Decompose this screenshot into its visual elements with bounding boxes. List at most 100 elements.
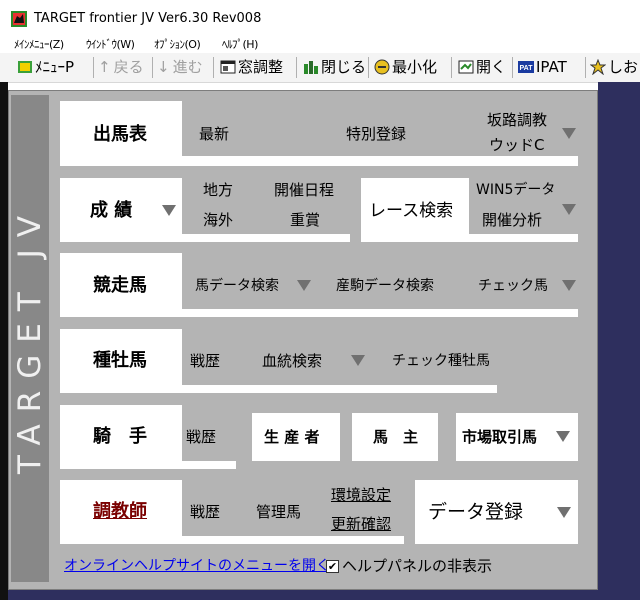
online-help-link[interactable]: オンラインヘルプサイトのメニューを開く: [64, 556, 330, 576]
data-register-button[interactable]: データ登録: [415, 480, 578, 544]
breeder-button[interactable]: 生 産 者: [252, 413, 340, 461]
special-entry-link[interactable]: 特別登録: [346, 124, 406, 144]
env-settings-link[interactable]: 環境設定: [331, 485, 391, 505]
jockey-record-link[interactable]: 戦歴: [186, 427, 216, 447]
minimize-button[interactable]: 最小化: [374, 56, 437, 78]
window-icon: [220, 60, 236, 74]
data-register-dropdown-icon[interactable]: [557, 507, 571, 518]
shuboba-button[interactable]: 種牡馬: [60, 329, 182, 393]
open-button[interactable]: 開く: [458, 56, 506, 78]
hide-help-label: ヘルプパネルの非表示: [342, 557, 493, 575]
toolbar: ﾒﾆｭｰP ↑ 戻る ↓ 進む 窓調整 閉じる 最小化 開く PAT IPAT …: [0, 53, 640, 83]
kyousouba-underline: [182, 309, 578, 317]
app-horse-icon: [11, 11, 27, 27]
horse-search-link[interactable]: 馬データ検索: [195, 276, 279, 296]
local-link[interactable]: 地方: [203, 180, 233, 200]
market-dropdown-icon[interactable]: [556, 431, 570, 442]
seiseki-dropdown-icon[interactable]: [162, 205, 176, 216]
menu-help[interactable]: ﾍﾙﾌﾟ(H): [222, 36, 258, 53]
desktop-background-bottom: [8, 590, 598, 600]
managed-horse-link[interactable]: 管理馬: [256, 502, 301, 522]
kishu-title: 騎 手: [93, 426, 147, 447]
menu-window[interactable]: ｳｲﾝﾄﾞｳ(W): [86, 36, 135, 53]
slope-training-link[interactable]: 坂路調教: [487, 110, 547, 130]
window-adjust-label: 窓調整: [238, 58, 284, 76]
breeder-label: 生 産 者: [264, 428, 320, 446]
hide-help-checkbox[interactable]: ✔: [326, 560, 339, 573]
data-register-label: データ登録: [428, 501, 524, 523]
menu-options[interactable]: ｵﾌﾟｼｮﾝ(O): [154, 36, 201, 53]
analysis-link[interactable]: 開催分析: [482, 210, 542, 230]
shutsuba-latest-link[interactable]: 最新: [199, 124, 229, 144]
ipat-icon: PAT: [518, 61, 534, 73]
down-arrow-icon: ↓: [157, 58, 170, 76]
graded-link[interactable]: 重賞: [290, 210, 320, 230]
back-label: 戻る: [113, 58, 144, 76]
back-button[interactable]: ↑ 戻る: [98, 56, 144, 78]
owner-button[interactable]: 馬 主: [352, 413, 438, 461]
kyousouba-button[interactable]: 競走馬: [60, 253, 182, 317]
shuboba-underline: [182, 385, 497, 393]
choukyoushi-title: 調教師: [93, 501, 147, 522]
pedigree-search-link[interactable]: 血統検索: [262, 351, 322, 371]
menu-main[interactable]: ﾒｲﾝﾒﾆｭｰ(Z): [14, 36, 64, 53]
title-bar: TARGET frontier JV Ver6.30 Rev008: [0, 0, 640, 36]
shutsuba-underline: [182, 156, 578, 166]
menu-bar: ﾒｲﾝﾒﾆｭｰ(Z) ｳｲﾝﾄﾞｳ(W) ｵﾌﾟｼｮﾝ(O) ﾍﾙﾌﾟ(H): [0, 36, 640, 53]
shuboba-title: 種牡馬: [93, 350, 147, 371]
seiseki-underline: [182, 234, 350, 242]
open-icon: [458, 60, 474, 74]
open-label: 開く: [476, 58, 507, 76]
shutsuba-dropdown-icon[interactable]: [562, 128, 576, 139]
minimize-icon: [374, 59, 390, 75]
window-title: TARGET frontier JV Ver6.30 Rev008: [34, 11, 262, 26]
win5-link[interactable]: WIN5データ: [476, 180, 555, 200]
bookmark-button[interactable]: しおり: [590, 56, 640, 78]
seiseki-title: 成 績: [90, 200, 133, 221]
schedule-link[interactable]: 開催日程: [274, 180, 334, 200]
wood-course-link[interactable]: ウッドC: [489, 135, 544, 155]
choukyoushi-underline: [182, 536, 404, 544]
sire-record-link[interactable]: 戦歴: [190, 351, 220, 371]
close-icon: [304, 61, 318, 74]
kishu-underline: [182, 461, 236, 469]
menu-p-label: ﾒﾆｭｰP: [35, 58, 75, 76]
market-horse-label: 市場取引馬: [462, 428, 538, 446]
race-search-label: レース検索: [369, 201, 454, 221]
overseas-link[interactable]: 海外: [203, 210, 233, 230]
race-search-button[interactable]: レース検索: [361, 178, 469, 242]
ipat-button[interactable]: PAT IPAT: [518, 56, 567, 78]
sidebar-logo-text: TARGET JV: [12, 203, 48, 474]
kishu-button[interactable]: 騎 手: [60, 405, 182, 469]
pedigree-dropdown-icon[interactable]: [351, 355, 365, 366]
offspring-search-link[interactable]: 産駒データ検索: [336, 276, 434, 296]
market-horse-button[interactable]: 市場取引馬: [456, 413, 578, 461]
analysis-dropdown-icon[interactable]: [562, 204, 576, 215]
close-label: 閉じる: [321, 58, 367, 76]
sidebar-logo: TARGET JV: [11, 95, 49, 582]
window-adjust-button[interactable]: 窓調整: [220, 56, 283, 78]
seiseki-button[interactable]: 成 績: [60, 178, 182, 242]
forward-label: 進む: [172, 58, 203, 76]
menu-p-button[interactable]: ﾒﾆｭｰP: [17, 56, 74, 78]
bookmark-label: しおり: [608, 58, 640, 76]
race-search-underline: [469, 234, 578, 242]
left-border: [0, 82, 8, 600]
minimize-label: 最小化: [392, 58, 438, 76]
owner-label: 馬 主: [373, 428, 419, 446]
choukyoushi-button[interactable]: 調教師: [60, 480, 182, 544]
trainer-record-link[interactable]: 戦歴: [190, 502, 220, 522]
horse-search-dropdown-icon[interactable]: [297, 280, 311, 291]
desktop-background: [598, 82, 640, 600]
svg-text:PAT: PAT: [520, 65, 534, 72]
shutsuba-button[interactable]: 出馬表: [60, 101, 182, 166]
check-horse-dropdown-icon[interactable]: [562, 280, 576, 291]
check-horse-link[interactable]: チェック馬: [478, 276, 548, 296]
forward-button[interactable]: ↓ 進む: [157, 56, 203, 78]
menu-icon: [18, 61, 32, 73]
up-arrow-icon: ↑: [98, 58, 111, 76]
check-sire-link[interactable]: チェック種牡馬: [392, 351, 490, 371]
update-check-link[interactable]: 更新確認: [331, 514, 391, 534]
close-button[interactable]: 閉じる: [303, 56, 366, 78]
shutsuba-title: 出馬表: [93, 124, 147, 145]
